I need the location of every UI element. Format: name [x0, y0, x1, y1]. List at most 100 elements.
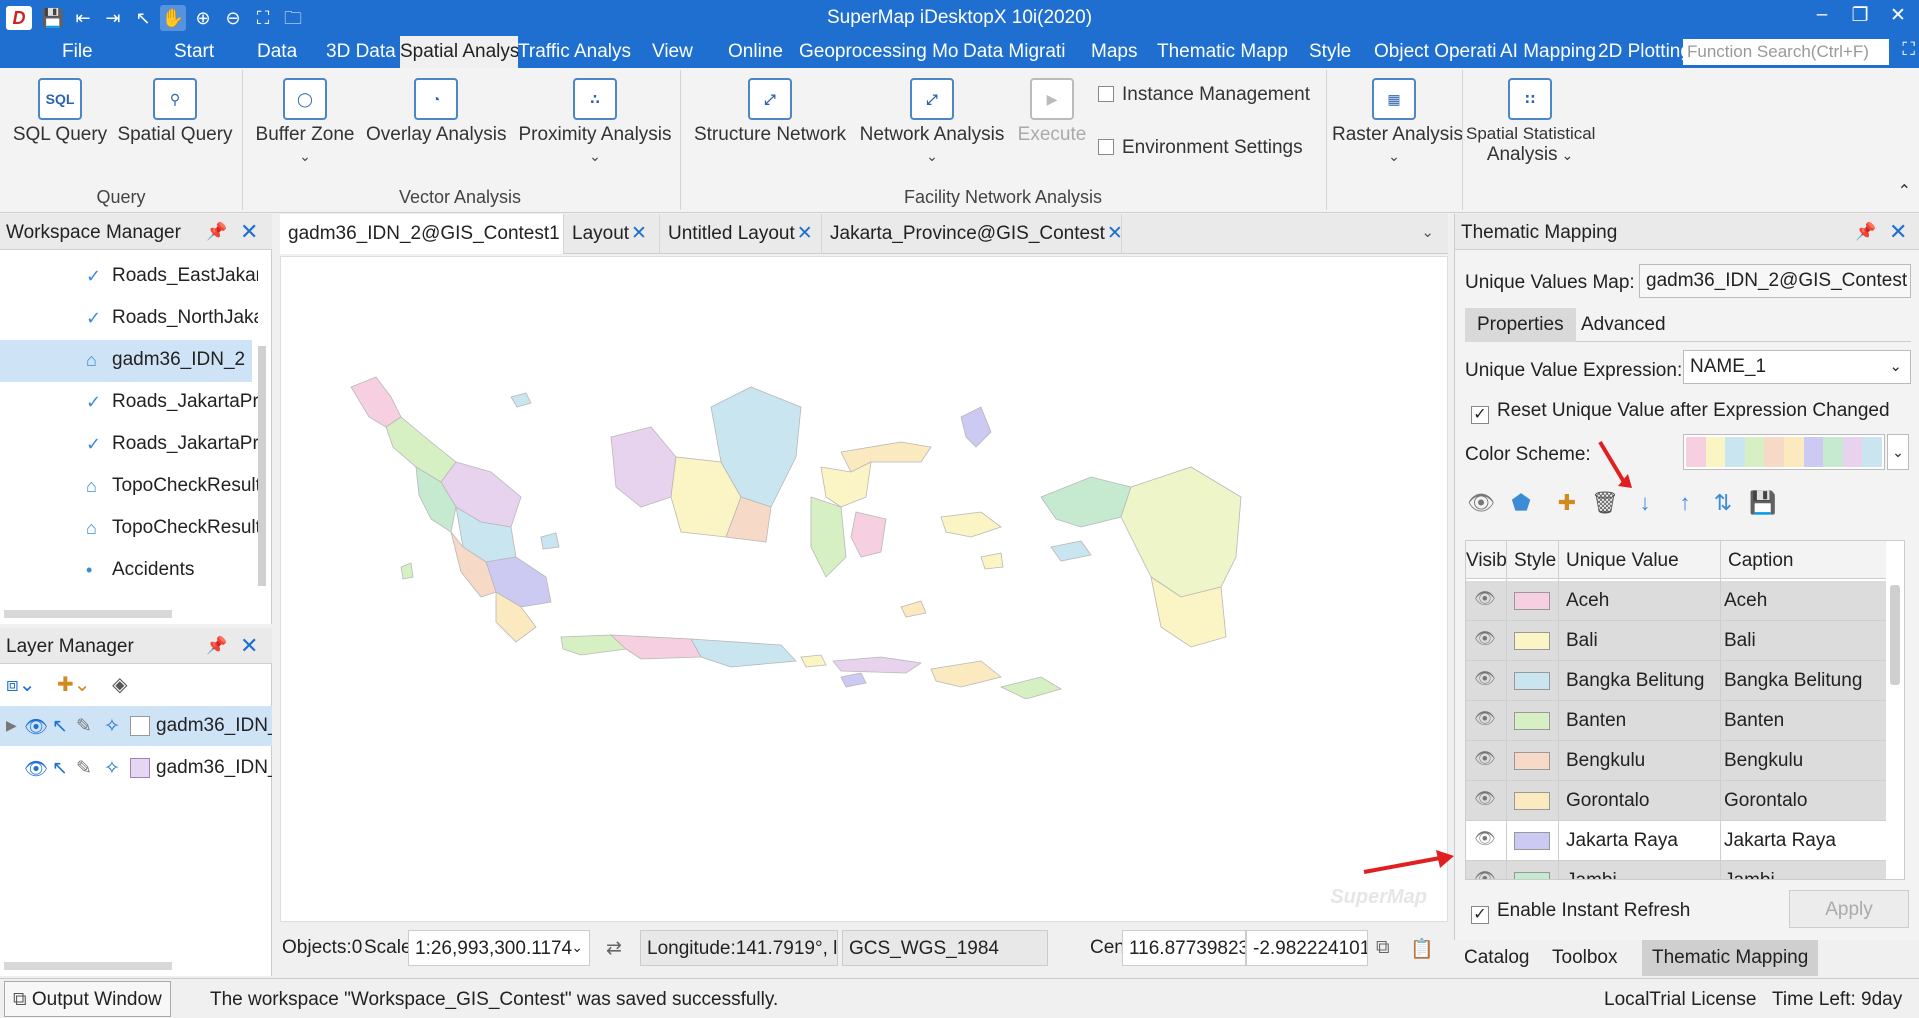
pin-icon[interactable]: 📌	[206, 222, 227, 242]
table-row[interactable]: 👁 Gorontalo Gorontalo	[1466, 781, 1886, 821]
table-row[interactable]: 👁 Bali Bali	[1466, 621, 1886, 661]
visible-eye-icon[interactable]: 👁	[1474, 829, 1496, 849]
list-item[interactable]: ⌂ TopoCheckResult	[0, 466, 258, 508]
style-swatch[interactable]	[1514, 592, 1550, 610]
expression-select[interactable]: NAME_1 ⌄	[1683, 350, 1911, 384]
caption-cell[interactable]: Bangka Belitung	[1724, 670, 1862, 692]
tab-thematic-mapping[interactable]: Thematic Mapp	[1157, 41, 1293, 63]
style-swatch[interactable]	[1514, 672, 1550, 690]
caption-cell[interactable]: Aceh	[1724, 590, 1767, 612]
caption-cell[interactable]: Banten	[1724, 710, 1784, 732]
table-row[interactable]: 👁 Jambi Jambi	[1466, 861, 1886, 879]
layer-hscrollbar[interactable]	[4, 962, 172, 970]
chevron-down-icon[interactable]: ⌄	[1421, 223, 1434, 241]
network-analysis-button[interactable]: ⤢ Network Analysis ⌄	[858, 78, 1006, 165]
add-layer-icon[interactable]: ⧈⌄	[6, 674, 35, 696]
tab-online[interactable]: Online	[728, 41, 783, 63]
environment-settings-checkbox[interactable]: Environment Settings	[1098, 137, 1303, 159]
spatial-query-button[interactable]: ⚲ Spatial Query	[116, 78, 234, 146]
apply-button[interactable]: Apply	[1789, 890, 1909, 928]
expand-arrow-icon[interactable]: ▶	[6, 717, 17, 734]
tab-advanced[interactable]: Advanced	[1569, 308, 1678, 342]
instant-refresh-checkbox[interactable]: ✓ Enable Instant Refresh	[1471, 900, 1690, 924]
close-icon[interactable]: ✕	[1889, 219, 1907, 245]
restore-icon[interactable]: ❐	[1847, 4, 1873, 27]
caption-cell[interactable]: Bali	[1724, 630, 1756, 652]
structure-network-button[interactable]: ⤢ Structure Network	[692, 78, 848, 146]
map-canvas[interactable]: SuperMap	[280, 256, 1448, 922]
caption-cell[interactable]: Jakarta Raya	[1724, 830, 1836, 852]
col-visible[interactable]: Visible	[1466, 550, 1506, 572]
style-swatch[interactable]	[1514, 872, 1550, 879]
checkbox-unchecked[interactable]	[1098, 139, 1114, 155]
table-row[interactable]: 👁 Bengkulu Bengkulu	[1466, 741, 1886, 781]
style-icon[interactable]: ⬟	[1505, 490, 1537, 516]
visible-eye-icon[interactable]: 👁	[24, 715, 48, 739]
center-y-input[interactable]: -2.982224101	[1246, 930, 1368, 966]
sql-query-button[interactable]: SQL SQL Query	[12, 78, 108, 146]
selectable-icon[interactable]: ↖	[52, 715, 68, 738]
add-icon[interactable]: ✚	[1551, 490, 1583, 516]
proximity-analysis-button[interactable]: ∴ Proximity Analysis ⌄	[518, 78, 672, 165]
snap-icon[interactable]: ✧	[104, 757, 120, 780]
tab-ai-mapping[interactable]: AI Mapping	[1500, 41, 1596, 63]
caption-cell[interactable]: Bengkulu	[1724, 750, 1803, 772]
visibility-eye-icon[interactable]: 👁	[1465, 490, 1497, 516]
table-row[interactable]: 👁 Aceh Aceh	[1466, 581, 1886, 621]
tab-file[interactable]: File	[62, 41, 93, 63]
col-caption[interactable]: Caption	[1728, 550, 1794, 572]
swap-icon[interactable]: ⇄	[606, 937, 622, 960]
editable-icon[interactable]: ✎	[76, 715, 92, 738]
list-item[interactable]: ✓ Roads_JakartaPro	[0, 382, 258, 424]
tab-map-gadm36[interactable]: gadm36_IDN_2@GIS_Contest1✕	[280, 214, 564, 254]
center-x-input[interactable]: 116.87739823	[1122, 930, 1246, 966]
reset-checkbox[interactable]: ✓ Reset Unique Value after Expression Cha…	[1471, 400, 1890, 424]
tab-object-operation[interactable]: Object Operati	[1374, 41, 1498, 63]
visible-eye-icon[interactable]: 👁	[24, 757, 48, 781]
chevron-down-icon[interactable]: ⌄	[1889, 357, 1902, 375]
close-icon[interactable]: ✕	[1885, 4, 1911, 27]
tab-spatial-analysis[interactable]: Spatial Analys	[400, 36, 518, 68]
visible-eye-icon[interactable]: 👁	[1474, 629, 1496, 649]
visible-eye-icon[interactable]: 👁	[1474, 869, 1496, 879]
tab-jakarta-province[interactable]: Jakarta_Province@GIS_Contest ✕	[822, 214, 1122, 254]
editable-icon[interactable]: ✎	[76, 757, 92, 780]
style-swatch[interactable]	[1514, 632, 1550, 650]
tab-data[interactable]: Data	[257, 41, 297, 63]
list-item[interactable]: ⌂ gadm36_IDN_2	[0, 340, 252, 382]
list-item[interactable]: • Accidents	[0, 550, 258, 592]
buffer-zone-button[interactable]: ◯ Buffer Zone ⌄	[252, 78, 358, 165]
tab-3d-data[interactable]: 3D Data	[326, 41, 396, 63]
style-swatch[interactable]	[1514, 792, 1550, 810]
visible-eye-icon[interactable]: 👁	[1474, 589, 1496, 609]
close-icon[interactable]: ✕	[240, 633, 258, 659]
tab-view[interactable]: View	[652, 41, 693, 63]
color-scheme-select[interactable]	[1683, 434, 1885, 470]
list-item[interactable]: ✓ Roads_EastJakart	[0, 256, 258, 298]
checkbox-unchecked[interactable]	[1098, 86, 1114, 102]
list-item[interactable]: ✓ Roads_NorthJaka	[0, 298, 258, 340]
close-icon[interactable]: ✕	[631, 223, 647, 244]
table-row[interactable]: 👁 Jakarta Raya Jakarta Raya	[1466, 821, 1886, 861]
pin-icon[interactable]: 📌	[1855, 222, 1876, 242]
tab-toolbox[interactable]: Toolbox	[1542, 940, 1628, 976]
raster-analysis-button[interactable]: ▦ Raster Analysis ⌄	[1332, 78, 1463, 165]
tab-geoprocessing[interactable]: Geoprocessing Mo	[799, 41, 959, 63]
col-unique-value[interactable]: Unique Value	[1566, 550, 1679, 572]
checkmark-icon[interactable]: ✓	[1471, 406, 1489, 424]
selectable-icon[interactable]: ↖	[52, 757, 68, 780]
instance-management-checkbox[interactable]: Instance Management	[1098, 84, 1310, 106]
table-scrollbar[interactable]	[1890, 585, 1900, 685]
tab-catalog[interactable]: Catalog	[1454, 940, 1540, 976]
tab-traffic-analysis[interactable]: Traffic Analys	[518, 41, 638, 63]
checkmark-icon[interactable]: ✓	[1471, 906, 1489, 924]
chevron-down-icon[interactable]: ⌄	[571, 939, 583, 956]
style-swatch[interactable]	[1514, 752, 1550, 770]
layers-icon[interactable]: ◈	[112, 674, 127, 696]
collapse-ribbon-icon[interactable]: ⌃	[1898, 181, 1911, 201]
workspace-scrollbar[interactable]	[258, 346, 266, 586]
table-row[interactable]: 👁 Banten Banten	[1466, 701, 1886, 741]
scale-input[interactable]: 1:26,993,300.1174 ⌄	[408, 930, 590, 966]
tab-layout[interactable]: Layout ✕	[564, 214, 660, 254]
list-item[interactable]: ✓ Roads_JakartaPro	[0, 424, 258, 466]
